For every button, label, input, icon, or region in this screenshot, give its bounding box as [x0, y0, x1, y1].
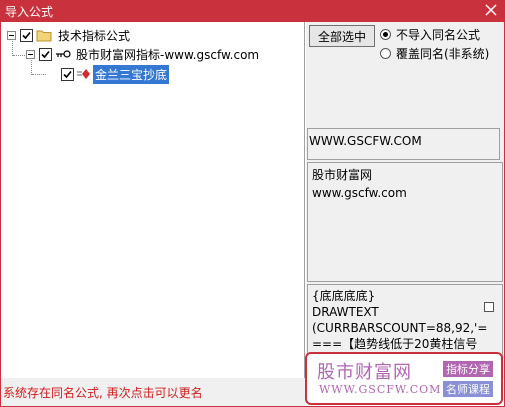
formula-icon — [77, 69, 90, 79]
code-line: {底底底底} — [312, 289, 376, 303]
child-checkbox[interactable] — [39, 47, 52, 61]
code-checkbox[interactable] — [484, 302, 494, 312]
tree-label-child: 股市财富网指标-www.gscfw.com — [76, 47, 260, 62]
code-line: DRAWTEXT — [312, 305, 379, 319]
root-checkbox[interactable] — [20, 28, 33, 42]
radio-overwrite-label: 覆盖同名(非系统) — [396, 46, 490, 61]
window-title: 导入公式 — [5, 5, 54, 19]
watermark-logo: 股市财富网 WWW.GSCFW.COM 指标分享 名师课程 — [305, 352, 503, 405]
tree-label-leaf: 金兰三宝抄底 — [93, 64, 170, 84]
description-line: 股市财富网 — [312, 168, 373, 182]
tree-node-leaf[interactable]: 金兰三宝抄底 — [46, 64, 170, 84]
radio-overwrite-indicator[interactable] — [380, 47, 391, 59]
radio-skip-indicator[interactable] — [380, 28, 391, 40]
key-icon — [56, 50, 71, 58]
watermark-tag: 指标分享 — [443, 361, 493, 377]
title-bar: 导入公式 — [0, 0, 505, 22]
radio-overwrite-duplicates[interactable]: 覆盖同名(非系统) — [380, 45, 489, 61]
tree-node-root[interactable]: 技术指标公式 — [7, 26, 132, 44]
radio-skip-label: 不导入同名公式 — [396, 27, 481, 42]
code-line: ===【趋势线低于20黄柱信号 — [312, 337, 478, 351]
watermark-brand: 股市财富网 — [317, 362, 412, 383]
watermark-url: WWW.GSCFW.COM — [319, 383, 442, 396]
status-bar: 系统存在同名公式, 再次点击可以更名 — [1, 378, 305, 406]
formula-tree[interactable]: 技术指标公式 股市财富网指标-www.gscfw.com 金兰三宝抄底 — [1, 22, 305, 378]
code-line: (CURRBARSCOUNT=88,92,'= — [312, 321, 488, 335]
tree-connector — [32, 74, 46, 75]
tree-connector — [13, 55, 25, 56]
options-panel: 全部选中 不导入同名公式 覆盖同名(非系统) WWW.GSCFW.COM 股市财… — [306, 22, 504, 378]
tree-label-root: 技术指标公式 — [58, 28, 131, 43]
formula-url: WWW.GSCFW.COM — [307, 128, 500, 160]
formula-description: 股市财富网 www.gscfw.com — [307, 162, 503, 282]
collapse-toggle[interactable] — [26, 49, 35, 59]
tree-node-child[interactable]: 股市财富网指标-www.gscfw.com — [26, 45, 261, 63]
folder-icon — [36, 30, 52, 41]
select-all-button[interactable]: 全部选中 — [309, 25, 375, 47]
watermark-tag: 名师课程 — [443, 381, 493, 397]
radio-skip-duplicates[interactable]: 不导入同名公式 — [380, 26, 480, 42]
status-message: 系统存在同名公式, 再次点击可以更名 — [3, 386, 203, 400]
description-line: www.gscfw.com — [312, 186, 407, 200]
collapse-toggle[interactable] — [7, 30, 16, 40]
close-icon[interactable] — [483, 2, 499, 18]
leaf-checkbox[interactable] — [61, 67, 74, 81]
